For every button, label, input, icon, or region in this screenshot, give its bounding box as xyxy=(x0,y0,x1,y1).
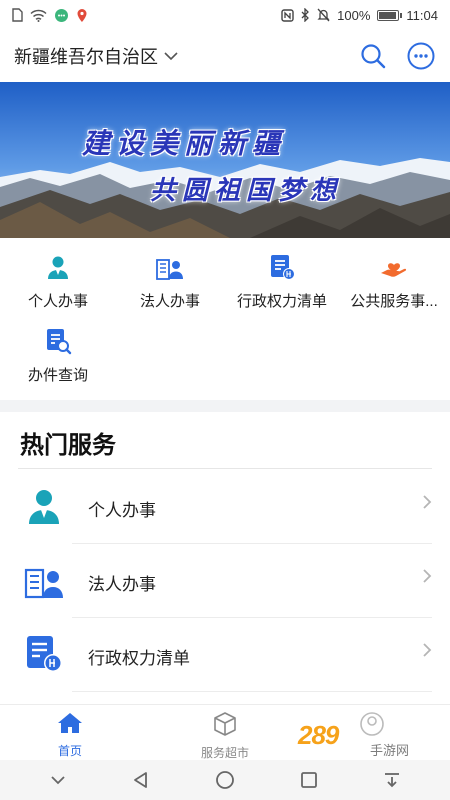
quick-item-label: 公共服务事... xyxy=(350,293,438,310)
status-left xyxy=(12,8,88,23)
quick-item-public-service[interactable]: 公共服务事... xyxy=(338,252,450,311)
nav-back-button[interactable] xyxy=(121,760,161,800)
building-person-icon xyxy=(24,568,63,599)
hot-service-legal[interactable]: 法人办事 xyxy=(0,544,450,618)
quick-item-power-list[interactable]: 行政权力清单 xyxy=(226,252,338,311)
status-right: 100% 11:04 xyxy=(281,8,438,23)
tab-label: 首页 xyxy=(57,744,82,758)
chevron-right-icon xyxy=(423,495,432,509)
power-list-icon xyxy=(267,252,297,282)
system-nav-bar xyxy=(0,760,450,800)
watermark: 289 手游网 xyxy=(292,718,432,760)
chevron-down-icon xyxy=(164,51,178,60)
quick-item-case-query[interactable]: 办件查询 xyxy=(2,326,114,385)
quick-item-label: 办件查询 xyxy=(27,367,88,384)
nav-notification-button[interactable] xyxy=(372,760,412,800)
bluetooth-icon xyxy=(301,8,310,22)
chevron-right-icon xyxy=(423,643,432,657)
cube-icon xyxy=(214,712,236,736)
region-label: 新疆维吾尔自治区 xyxy=(14,47,158,67)
tab-service-market[interactable]: 服务超市 xyxy=(175,711,275,761)
hot-service-label: 个人办事 xyxy=(88,501,156,520)
top-actions xyxy=(358,41,436,71)
quick-item-personal[interactable]: 个人办事 xyxy=(2,252,114,311)
hot-service-label: 法人办事 xyxy=(88,575,156,594)
quick-item-label: 个人办事 xyxy=(27,293,88,310)
region-selector[interactable]: 新疆维吾尔自治区 xyxy=(14,43,178,69)
person-icon xyxy=(29,490,59,524)
top-bar: 新疆维吾尔自治区 xyxy=(0,30,450,82)
chevron-right-icon xyxy=(423,569,432,583)
battery-level xyxy=(379,11,397,19)
power-list-icon xyxy=(27,636,62,672)
search-button[interactable] xyxy=(358,41,388,71)
row-divider xyxy=(72,691,432,692)
status-bar: 100% 11:04 xyxy=(0,0,450,30)
chevron-down-icon xyxy=(51,776,65,785)
quick-service-grid: 个人办事 法人办事 行政权力清单 公共服务事... 办件查询 xyxy=(0,240,450,398)
hot-service-label: 行政权力清单 xyxy=(88,649,190,668)
banner-slogan-1: 建设美丽新疆 xyxy=(82,127,287,160)
more-button[interactable] xyxy=(406,41,436,71)
battery-icon xyxy=(377,9,403,21)
person-icon xyxy=(43,252,73,282)
banner[interactable]: 建设美丽新疆 共圆祖国梦想 xyxy=(0,82,450,238)
quick-item-label: 行政权力清单 xyxy=(236,293,327,310)
clock: 11:04 xyxy=(406,7,438,23)
document-search-icon xyxy=(43,326,73,356)
hand-heart-icon xyxy=(379,252,409,282)
hot-service-power-list[interactable]: 行政权力清单 xyxy=(0,618,450,692)
mute-icon xyxy=(317,8,330,22)
battery-percent: 100% xyxy=(337,7,371,23)
building-person-icon xyxy=(155,252,185,282)
back-triangle-icon xyxy=(134,772,148,788)
recents-square-icon xyxy=(300,772,317,788)
tab-label: 服务超市 xyxy=(200,746,249,760)
nav-recents-button[interactable] xyxy=(289,760,329,800)
pull-down-icon xyxy=(385,773,400,788)
banner-slogan-2: 共圆祖国梦想 xyxy=(150,176,343,206)
sim-icon xyxy=(12,8,23,22)
search-icon xyxy=(361,44,386,69)
location-icon xyxy=(77,8,87,22)
quick-item-label: 法人办事 xyxy=(139,293,200,310)
watermark-suffix: 手游网 xyxy=(370,743,410,758)
chat-icon xyxy=(55,8,68,22)
hot-services-title: 热门服务 xyxy=(20,432,116,459)
hot-service-personal[interactable]: 个人办事 xyxy=(0,470,450,544)
tab-home[interactable]: 首页 xyxy=(20,711,120,759)
home-icon xyxy=(58,713,82,733)
hot-services-rule xyxy=(18,468,432,469)
nfc-icon xyxy=(281,8,294,22)
home-circle-icon xyxy=(216,771,234,789)
quick-item-legal[interactable]: 法人办事 xyxy=(114,252,226,311)
section-divider xyxy=(0,400,450,412)
watermark-brand: 289 xyxy=(298,720,339,750)
more-icon xyxy=(407,42,435,70)
nav-home-button[interactable] xyxy=(205,760,245,800)
nav-collapse-button[interactable] xyxy=(38,760,78,800)
wifi-icon xyxy=(30,9,47,22)
